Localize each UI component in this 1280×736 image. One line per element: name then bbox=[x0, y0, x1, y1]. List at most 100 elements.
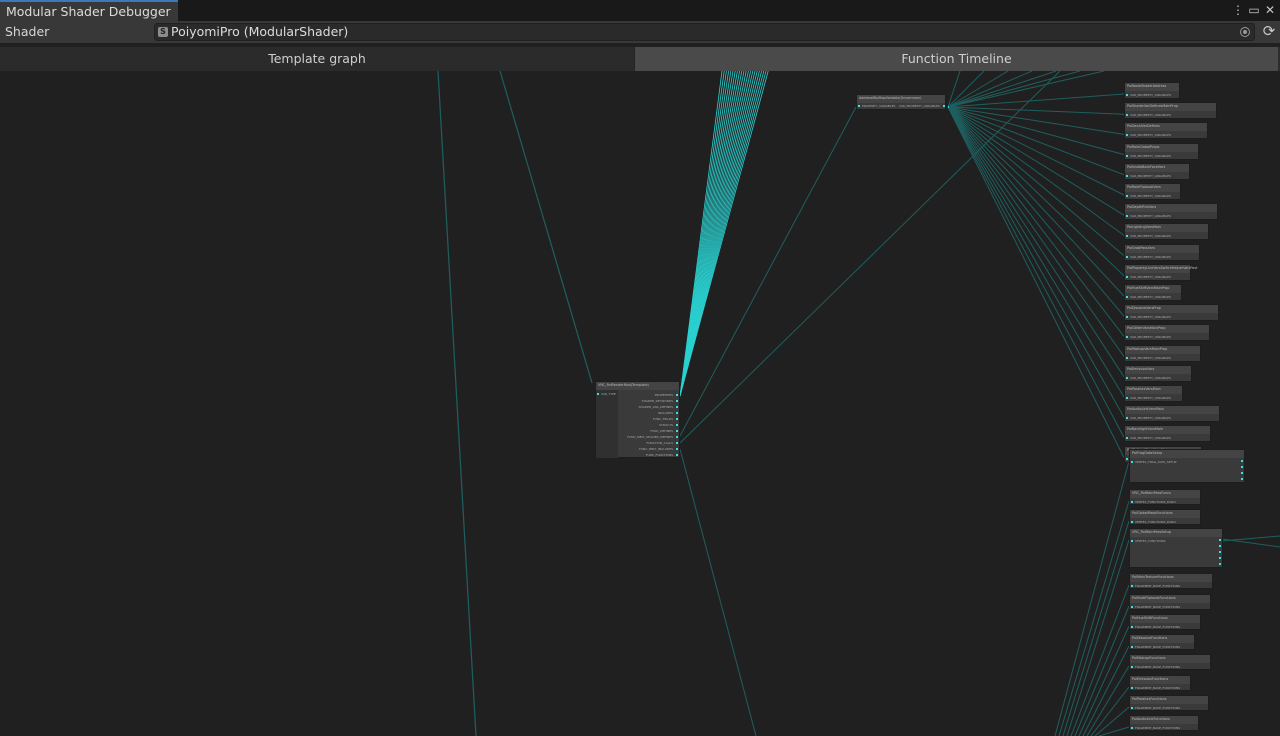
output-port-dot[interactable] bbox=[676, 448, 678, 450]
output-port-dot[interactable] bbox=[1219, 551, 1221, 553]
input-port-dot[interactable] bbox=[1126, 316, 1128, 319]
output-port-dot[interactable] bbox=[676, 430, 678, 432]
input-port-dot[interactable] bbox=[1126, 195, 1128, 197]
address-node[interactable]: AddressMipMapVariable(Uncommon) PROPERTY… bbox=[856, 94, 946, 110]
output-port-dot[interactable] bbox=[1219, 563, 1221, 565]
function-timeline-graph[interactable]: VRC_PoiRenderMod(Template) VAR_TYPE PROP… bbox=[0, 71, 1280, 736]
input-port-dot[interactable] bbox=[1131, 707, 1133, 709]
var-node[interactable]: PoiNodeShaderAddress VAR_PROPERTY_VARIAB… bbox=[1124, 82, 1180, 99]
var-node-title: PoiAudioLinkVarsMain bbox=[1127, 407, 1164, 412]
input-port-dot[interactable] bbox=[1131, 626, 1133, 628]
input-port-dot[interactable] bbox=[1131, 646, 1133, 648]
input-port-dot[interactable] bbox=[1126, 235, 1128, 238]
output-port-dot[interactable] bbox=[676, 400, 678, 402]
var-node[interactable]: PoiLightingVarsMain VAR_PROPERTY_VARIABL… bbox=[1124, 223, 1209, 241]
input-port-dot[interactable] bbox=[1126, 397, 1128, 399]
output-port-dot[interactable] bbox=[676, 424, 678, 426]
input-port-dot[interactable] bbox=[1131, 585, 1133, 587]
input-port-dot[interactable] bbox=[1131, 540, 1133, 542]
shader-asset-icon: S bbox=[158, 27, 168, 37]
input-port-dot[interactable] bbox=[1131, 501, 1133, 503]
close-icon[interactable]: ✕ bbox=[1263, 3, 1277, 17]
function-node[interactable]: PoiAudioLinkFunctions FRAGMENT_BASE_FUNC… bbox=[1129, 715, 1199, 731]
function-node[interactable]: PoiMainTextureFunctions FRAGMENT_BASE_FU… bbox=[1129, 573, 1213, 589]
output-port-dot[interactable] bbox=[1241, 460, 1243, 462]
var-node[interactable]: PoiParallaxVarsMain VAR_PROPERTY_VARIABL… bbox=[1124, 385, 1183, 402]
input-port-dot[interactable] bbox=[1126, 356, 1128, 359]
output-port-dot[interactable] bbox=[943, 105, 945, 107]
function-node[interactable]: PoiDissolveFunctions FRAGMENT_BASE_FUNCT… bbox=[1129, 634, 1195, 650]
var-node[interactable]: PoiShaderVarDefinesMainProp VAR_PROPERTY… bbox=[1124, 102, 1217, 120]
function-node[interactable]: PoiEmissionFunctions FRAGMENT_BASE_FUNCT… bbox=[1129, 675, 1191, 691]
var-node[interactable]: PoiGrabPassVars VAR_PROPERTY_VARIABLES bbox=[1124, 243, 1200, 261]
tab-function-timeline[interactable]: Function Timeline bbox=[635, 47, 1278, 71]
function-node[interactable]: PoiGlobalMaskFunctions VERTEX_FUNCTIONS_… bbox=[1129, 509, 1201, 525]
output-port-dot[interactable] bbox=[1219, 545, 1221, 547]
window-tab[interactable]: Modular Shader Debugger bbox=[0, 0, 178, 21]
var-node[interactable]: PoiEmissionVars VAR_PROPERTY_VARIABLES bbox=[1124, 364, 1192, 382]
input-port-dot[interactable] bbox=[1126, 174, 1128, 177]
input-port-dot[interactable] bbox=[597, 393, 599, 395]
maximize-icon[interactable]: ▭ bbox=[1247, 3, 1261, 17]
function-node[interactable]: PoiHueShiftFunctions FRAGMENT_BASE_FUNCT… bbox=[1129, 614, 1201, 630]
var-node[interactable]: PoiDecalVarDefines VAR_PROPERTY_VARIABLE… bbox=[1124, 122, 1208, 140]
var-node[interactable]: PoiBacklightVarsMain VAR_PROPERTY_VARIAB… bbox=[1124, 425, 1211, 443]
input-port-dot[interactable] bbox=[1126, 134, 1128, 137]
input-port-dot[interactable] bbox=[1126, 275, 1128, 278]
output-port-dot[interactable] bbox=[676, 436, 678, 438]
input-port-dot[interactable] bbox=[1126, 296, 1128, 298]
function-node[interactable]: VRC_PoiMainPassSetup VERTEX_FUNCTIONS bbox=[1129, 528, 1223, 568]
tab-template-graph[interactable]: Template graph bbox=[0, 47, 635, 71]
var-node[interactable]: PoiGlitterVarsMainProp VAR_PROPERTY_VARI… bbox=[1124, 324, 1210, 342]
input-port-dot[interactable] bbox=[858, 105, 860, 107]
output-port-dot[interactable] bbox=[676, 442, 678, 444]
input-port-dot[interactable] bbox=[1126, 376, 1128, 379]
input-port-dot[interactable] bbox=[1126, 215, 1128, 218]
var-node[interactable]: PoiHueShiftVarsMainProp VAR_PROPERTY_VAR… bbox=[1124, 284, 1182, 301]
var-node[interactable]: PoiDepthRimVars VAR_PROPERTY_VARIABLES bbox=[1124, 203, 1218, 221]
input-port-dot[interactable] bbox=[1126, 437, 1128, 440]
input-port-dot[interactable] bbox=[1126, 94, 1128, 96]
function-node[interactable]: PoiMultiFlipbookFunctions FRAGMENT_BASE_… bbox=[1129, 594, 1211, 610]
input-port-dot[interactable] bbox=[1126, 114, 1128, 117]
input-port-dot[interactable] bbox=[1131, 687, 1133, 689]
output-port-dot[interactable] bbox=[676, 454, 678, 456]
refresh-icon[interactable]: ⟳ bbox=[1261, 23, 1277, 39]
input-port-dot[interactable] bbox=[1126, 457, 1128, 460]
output-port-dot[interactable] bbox=[1241, 466, 1243, 468]
input-port-dot[interactable] bbox=[1131, 521, 1133, 523]
input-port-dot[interactable] bbox=[1131, 461, 1133, 463]
input-port-dot[interactable] bbox=[1126, 417, 1128, 420]
var-node[interactable]: PoiRoleGlobalProps VAR_PROPERTY_VARIABLE… bbox=[1124, 142, 1199, 160]
edge-line bbox=[947, 106, 1125, 438]
object-picker-icon[interactable] bbox=[1240, 27, 1250, 37]
template-node[interactable]: VRC_PoiRenderMod(Template) VAR_TYPE PROP… bbox=[595, 381, 680, 458]
var-node[interactable]: PoiRoleFlipbookVars VAR_PROPERTY_VARIABL… bbox=[1124, 183, 1181, 200]
edge-line bbox=[947, 71, 1081, 108]
output-port-dot[interactable] bbox=[1241, 472, 1243, 474]
output-port-dot[interactable] bbox=[676, 412, 678, 414]
input-port-dot[interactable] bbox=[1126, 154, 1128, 157]
output-port-dot[interactable] bbox=[1241, 478, 1243, 480]
input-port-dot[interactable] bbox=[1131, 727, 1133, 729]
output-port-dot[interactable] bbox=[676, 394, 678, 396]
var-node[interactable]: PoiPropertyLineVarsSwitchHelperVarsPost … bbox=[1124, 263, 1197, 281]
var-node[interactable]: PoiAudioLinkVarsMain VAR_PROPERTY_VARIAB… bbox=[1124, 405, 1220, 423]
input-port-dot[interactable] bbox=[1126, 255, 1128, 258]
input-port-dot[interactable] bbox=[1131, 606, 1133, 608]
function-node[interactable]: PoiMatcapFunctions FRAGMENT_BASE_FUNCTIO… bbox=[1129, 654, 1211, 670]
output-port-dot[interactable] bbox=[676, 418, 678, 420]
var-node[interactable]: PoiDissolveVarsProp VAR_PROPERTY_VARIABL… bbox=[1124, 304, 1219, 322]
input-port-dot[interactable] bbox=[1131, 666, 1133, 668]
output-port-dot[interactable] bbox=[1219, 557, 1221, 559]
var-node[interactable]: PoiInsideBackFaceVars VAR_PROPERTY_VARIA… bbox=[1124, 162, 1190, 180]
input-port-dot[interactable] bbox=[1126, 336, 1128, 339]
var-node[interactable]: PoiMatcapVarsMainProp VAR_PROPERTY_VARIA… bbox=[1124, 344, 1201, 362]
more-vert-icon[interactable]: ⋮ bbox=[1231, 3, 1245, 17]
function-node[interactable]: PoiParallaxFunctions FRAGMENT_BASE_FUNCT… bbox=[1129, 695, 1209, 711]
shader-object-field[interactable]: S PoiyomiPro (ModularShader) bbox=[154, 23, 1255, 41]
function-node[interactable]: VRC_PoiMainPassFuncs VERTEX_FUNCTIONS_EA… bbox=[1129, 489, 1201, 505]
function-node[interactable]: PoiFragDataSetup VERTEX_FRAG_DATA_SETUP bbox=[1129, 449, 1245, 483]
output-port-dot[interactable] bbox=[1219, 539, 1221, 541]
output-port-dot[interactable] bbox=[676, 406, 678, 408]
